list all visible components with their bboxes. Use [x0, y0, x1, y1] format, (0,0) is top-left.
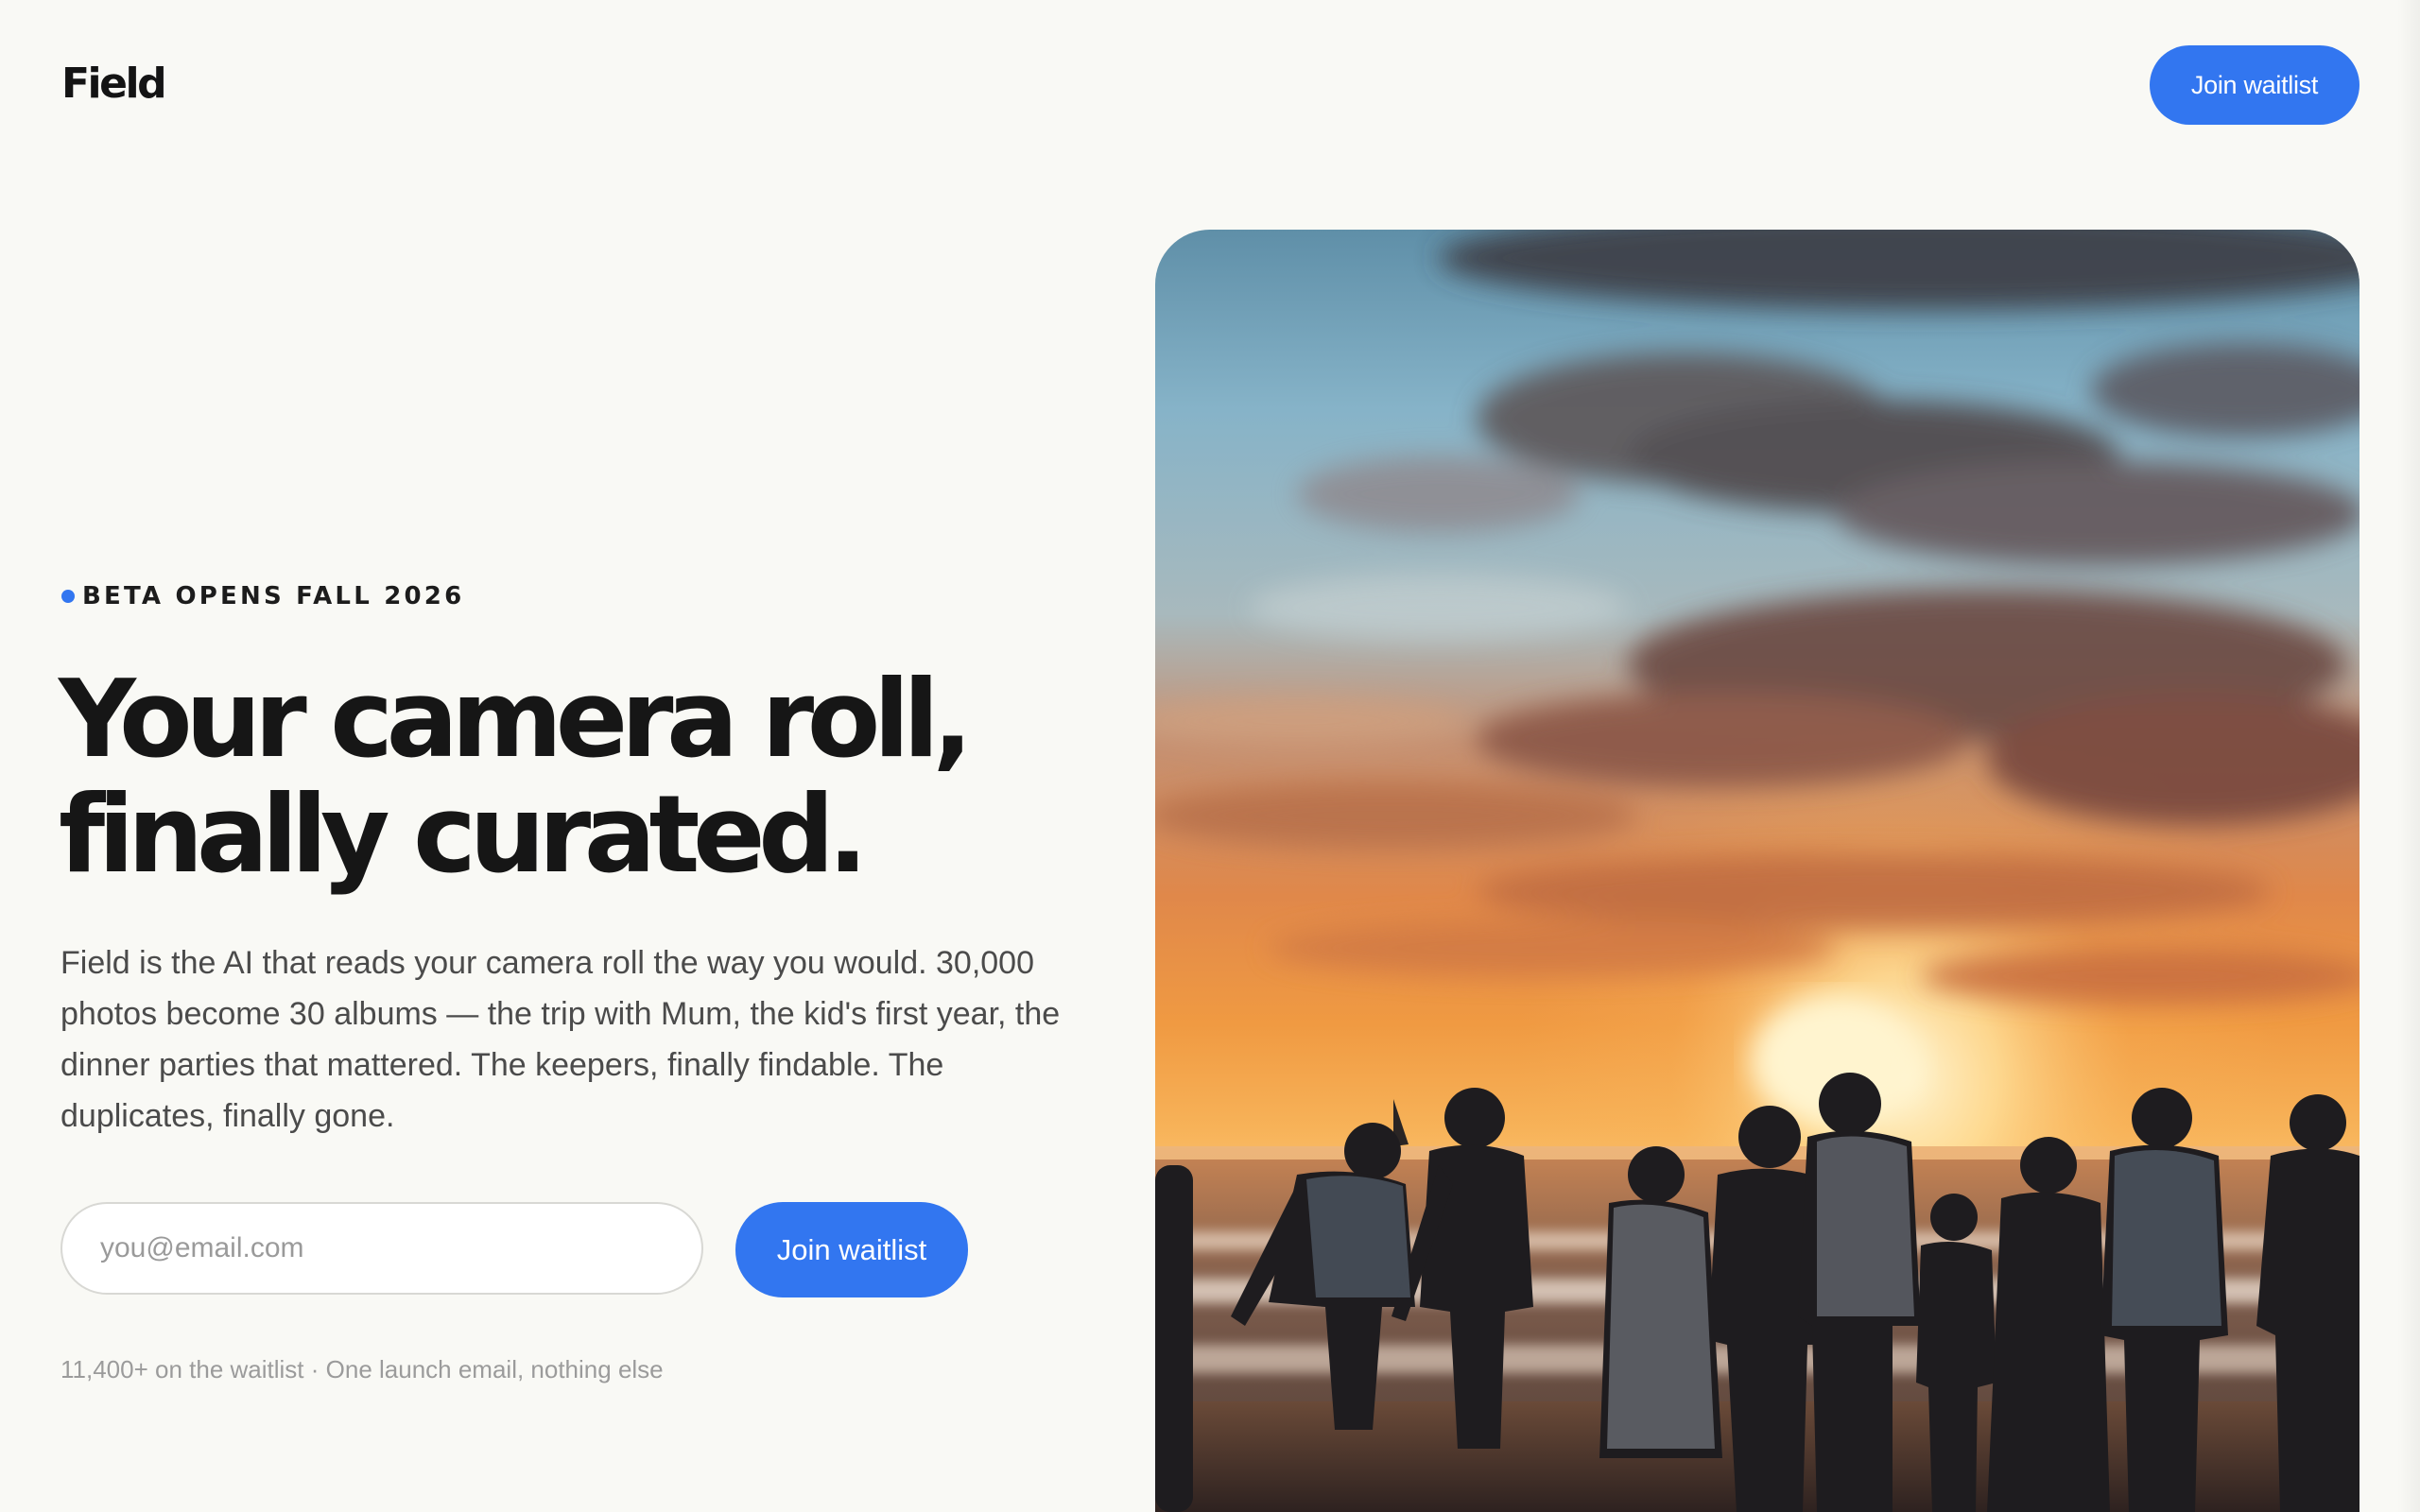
sunset-beach-photo — [1155, 230, 2360, 1512]
header-join-waitlist-button[interactable]: Join waitlist — [2150, 45, 2360, 125]
headline-line-1: Your camera roll, — [59, 657, 973, 782]
beta-eyebrow: BETA OPENS FALL 2026 — [61, 578, 464, 614]
waitlist-fineprint: 11,400+ on the waitlist · One launch ema… — [60, 1355, 664, 1383]
status-dot-icon — [61, 590, 75, 603]
headline-line-2: finally curated. — [59, 772, 868, 897]
email-input[interactable] — [60, 1202, 703, 1295]
join-waitlist-button[interactable]: Join waitlist — [735, 1202, 968, 1297]
eyebrow-label: BETA OPENS FALL 2026 — [82, 582, 465, 610]
hero-description: Field is the AI that reads your camera r… — [60, 945, 1061, 1134]
brand-logo[interactable]: Field — [61, 59, 167, 110]
hero-photo — [1155, 230, 2360, 1512]
page-edge-shadow — [2397, 0, 2420, 1512]
hero-headline: Your camera roll, finally curated. — [59, 662, 1098, 892]
